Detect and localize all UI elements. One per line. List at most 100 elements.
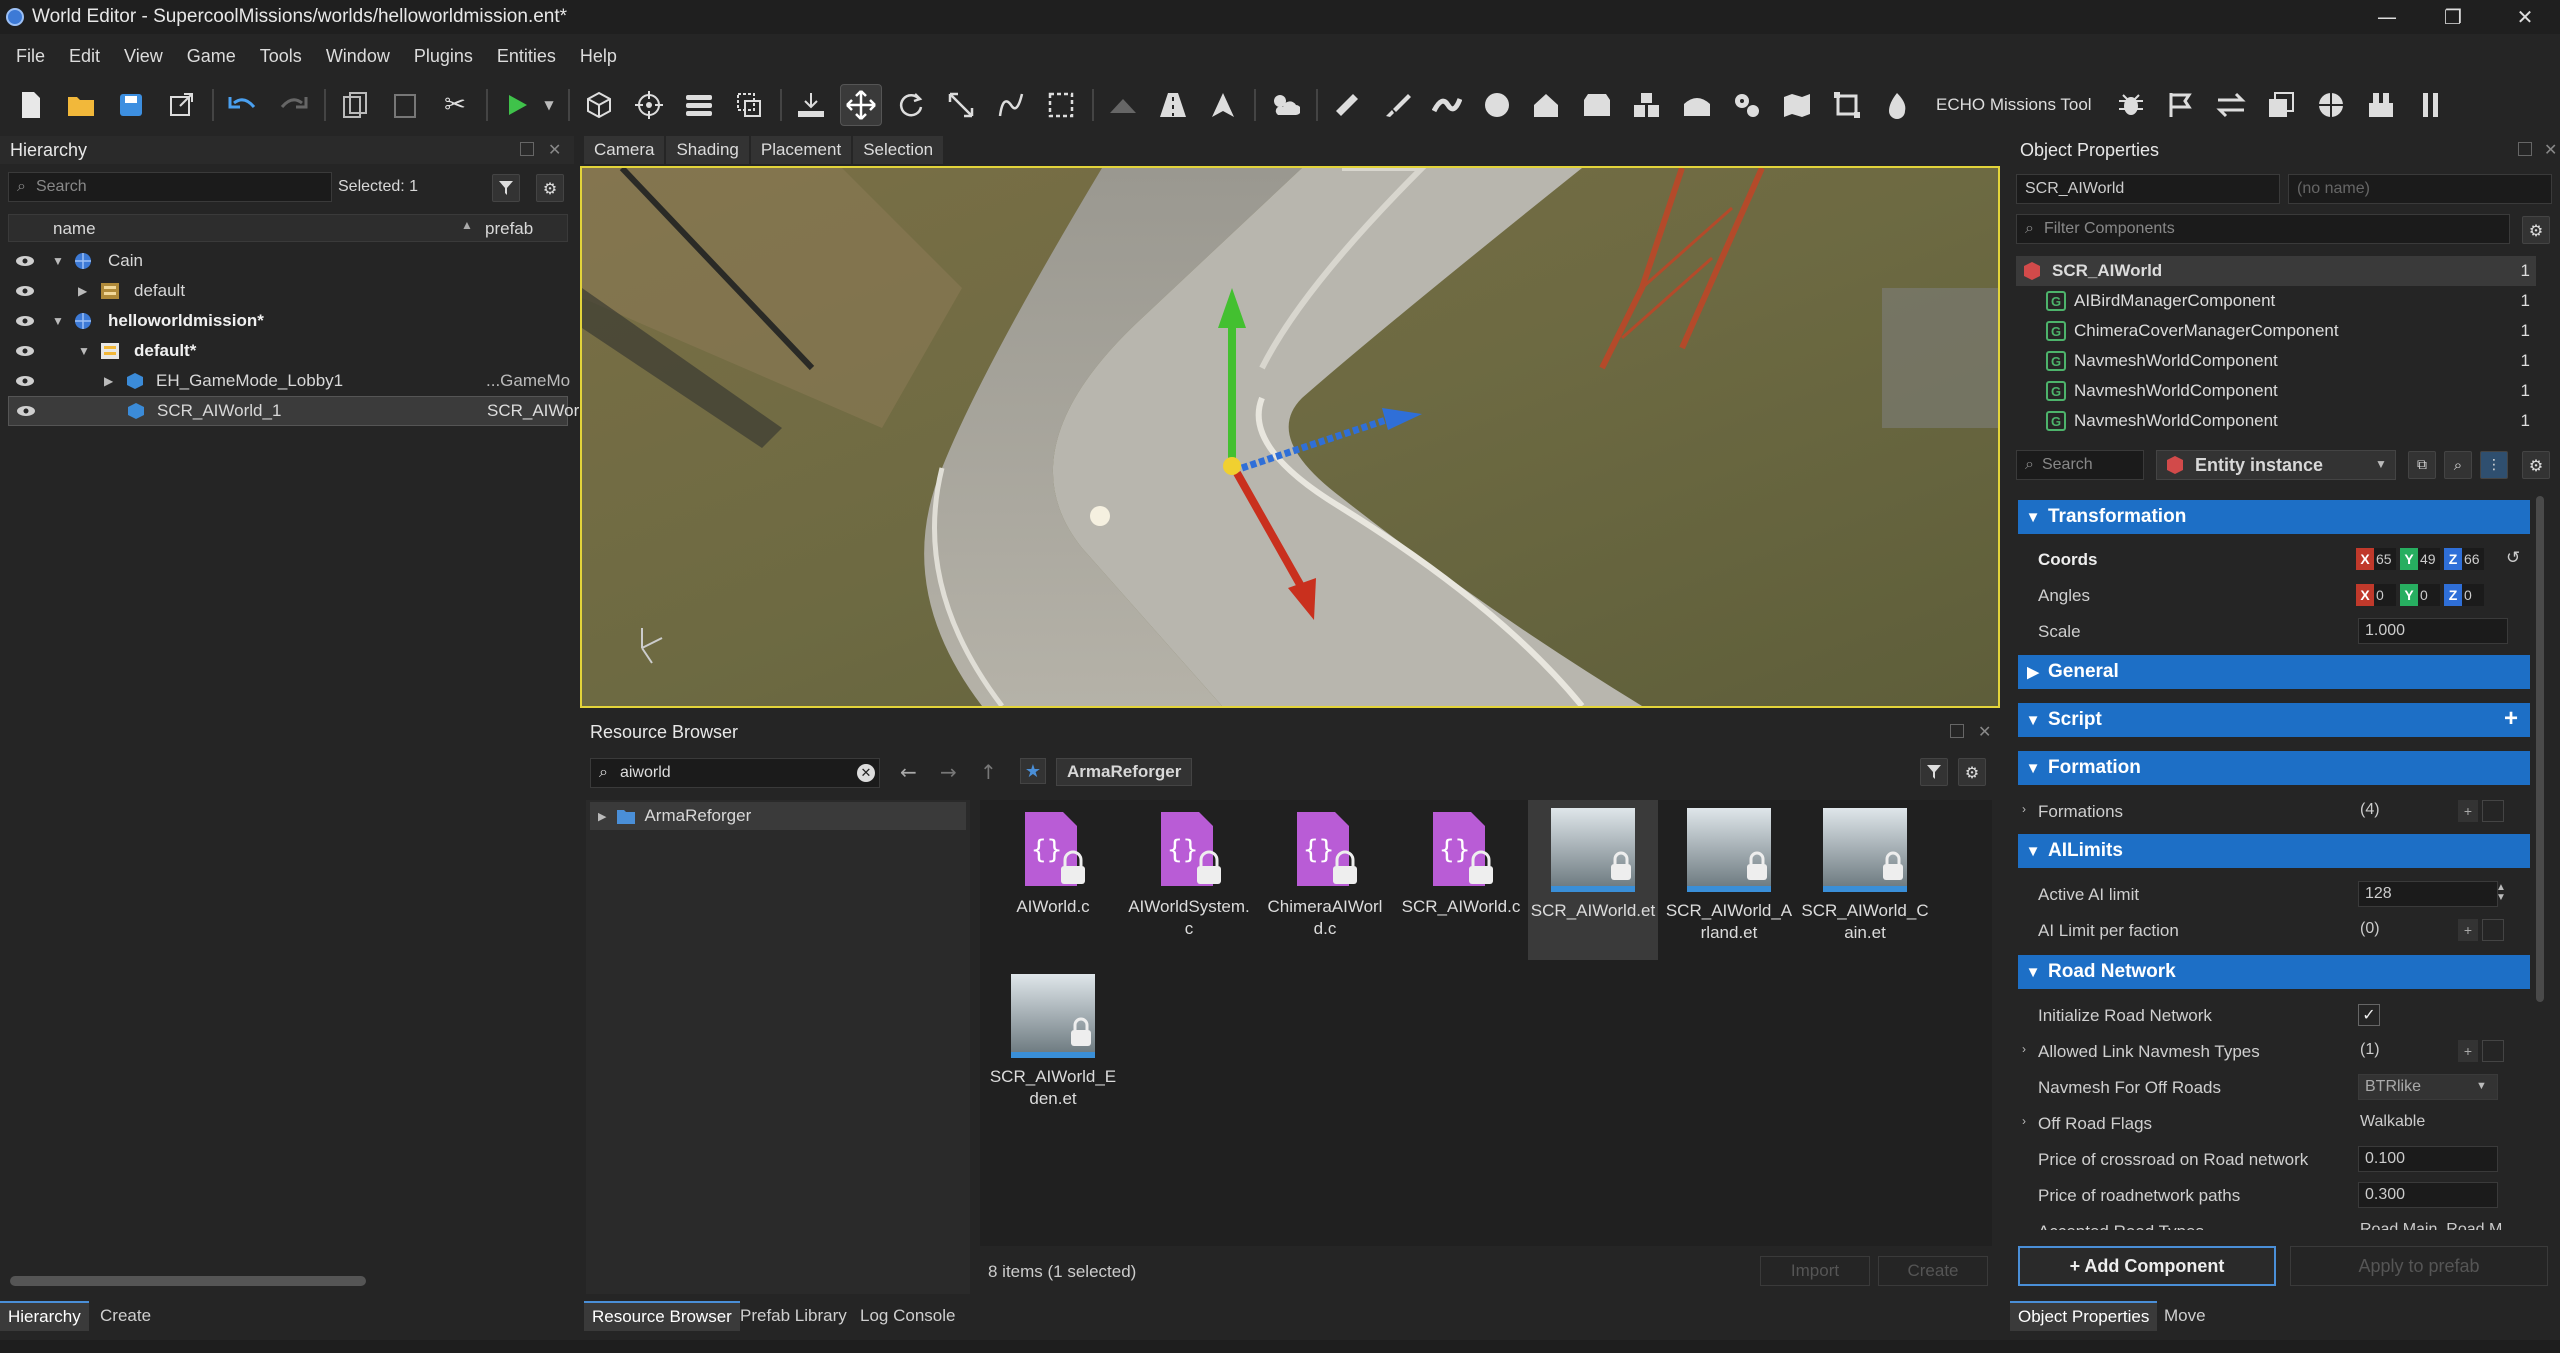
expand-arrow-icon[interactable]: › bbox=[2022, 802, 2026, 816]
col-prefab[interactable]: prefab bbox=[485, 219, 533, 239]
pause-button[interactable] bbox=[2410, 84, 2452, 126]
clear-item-button[interactable] bbox=[2482, 1040, 2504, 1062]
properties-scrollbar[interactable] bbox=[2536, 496, 2544, 1002]
settings-button[interactable]: ⚙ bbox=[1958, 758, 1986, 786]
sphere-button[interactable] bbox=[1476, 84, 1518, 126]
resource-item[interactable]: SCR_AIWorld_Cain.et bbox=[1800, 800, 1930, 960]
menu-window[interactable]: Window bbox=[326, 46, 390, 67]
coord-z-input[interactable]: 66 bbox=[2462, 548, 2484, 570]
clear-item-button[interactable] bbox=[2482, 800, 2504, 822]
house-pin-button[interactable] bbox=[1526, 84, 1568, 126]
filter-button[interactable] bbox=[1920, 758, 1948, 786]
tab-create[interactable]: Create bbox=[92, 1301, 159, 1331]
menu-edit[interactable]: Edit bbox=[69, 46, 100, 67]
close-icon[interactable]: ✕ bbox=[2544, 140, 2557, 159]
cut-button[interactable]: ✂ bbox=[434, 84, 476, 126]
crossroad-input[interactable]: 0.100 bbox=[2358, 1146, 2498, 1172]
compose-button[interactable] bbox=[2360, 84, 2402, 126]
angle-y-input[interactable]: 0 bbox=[2418, 584, 2440, 606]
tree-row-default[interactable]: ▶ default bbox=[8, 276, 568, 306]
menu-file[interactable]: File bbox=[16, 46, 45, 67]
expand-arrow-icon[interactable]: › bbox=[2022, 1114, 2026, 1128]
component-row[interactable]: G AIBirdManagerComponent 1 bbox=[2016, 286, 2536, 316]
component-row[interactable]: G ChimeraCoverManagerComponent 1 bbox=[2016, 316, 2536, 346]
tab-prefab-library[interactable]: Prefab Library bbox=[732, 1301, 855, 1331]
menu-help[interactable]: Help bbox=[580, 46, 617, 67]
weather-button[interactable] bbox=[1264, 84, 1306, 126]
tab-camera[interactable]: Camera bbox=[584, 136, 665, 164]
play-button[interactable] bbox=[496, 84, 538, 126]
component-row[interactable]: G NavmeshWorldComponent 1 bbox=[2016, 346, 2536, 376]
component-row[interactable]: G NavmeshWorldComponent 1 bbox=[2016, 406, 2536, 436]
brush-button[interactable] bbox=[1376, 84, 1418, 126]
resource-item[interactable]: {} AIWorld.c bbox=[988, 800, 1118, 960]
section-road-network[interactable]: ▼ Road Network bbox=[2018, 955, 2530, 989]
resource-item[interactable]: {} SCR_AIWorld.c bbox=[1396, 800, 1526, 960]
component-root[interactable]: SCR_AIWorld 1 bbox=[2016, 256, 2536, 286]
close-icon[interactable]: ✕ bbox=[1978, 722, 1991, 741]
redo-button[interactable] bbox=[272, 84, 314, 126]
tree-item-armareforger[interactable]: ▶ ArmaReforger bbox=[590, 802, 966, 830]
prefab-group-button[interactable] bbox=[1626, 84, 1668, 126]
menu-game[interactable]: Game bbox=[187, 46, 236, 67]
tab-selection[interactable]: Selection bbox=[853, 136, 944, 164]
layers-button[interactable] bbox=[678, 84, 720, 126]
section-script[interactable]: ▼ Script + bbox=[2018, 703, 2530, 737]
add-component-button[interactable]: + Add Component bbox=[2018, 1246, 2276, 1286]
menu-view[interactable]: View bbox=[124, 46, 163, 67]
new-file-button[interactable] bbox=[10, 84, 52, 126]
resource-item-selected[interactable]: SCR_AIWorld.et bbox=[1528, 800, 1658, 960]
menu-plugins[interactable]: Plugins bbox=[414, 46, 473, 67]
path-breadcrumb[interactable]: ArmaReforger bbox=[1056, 758, 1193, 786]
coord-x-input[interactable]: 65 bbox=[2374, 548, 2396, 570]
settings-button[interactable]: ⚙ bbox=[536, 174, 564, 202]
expand-arrow-icon[interactable]: ▼ bbox=[78, 344, 90, 358]
init-road-checkbox[interactable]: ✓ bbox=[2358, 1004, 2380, 1026]
component-row[interactable]: G NavmeshWorldComponent 1 bbox=[2016, 376, 2536, 406]
menu-entities[interactable]: Entities bbox=[497, 46, 556, 67]
tree-row-helloworldmission[interactable]: ▼ helloworldmission* bbox=[8, 306, 568, 336]
collapse-arrow-icon[interactable]: ▶ bbox=[78, 284, 87, 298]
road-tool-button[interactable] bbox=[1152, 84, 1194, 126]
snap-button[interactable] bbox=[728, 84, 770, 126]
section-general[interactable]: ▶ General bbox=[2018, 655, 2530, 689]
resource-item[interactable]: {} AIWorldSystem.c bbox=[1124, 800, 1254, 960]
tab-object-properties[interactable]: Object Properties bbox=[2010, 1301, 2158, 1331]
tree-row-default-active[interactable]: ▼ default* bbox=[8, 336, 568, 366]
copy-button[interactable] bbox=[334, 84, 376, 126]
angle-x-input[interactable]: 0 bbox=[2374, 584, 2396, 606]
filter-components-input[interactable]: ⌕ Filter Components bbox=[2016, 214, 2510, 244]
reset-icon[interactable]: ↺ bbox=[2506, 548, 2520, 568]
cube-tool-button[interactable] bbox=[578, 84, 620, 126]
terrain-button[interactable] bbox=[1102, 84, 1144, 126]
minimize-button[interactable]: — bbox=[2352, 0, 2422, 34]
select-box-button[interactable] bbox=[1040, 84, 1082, 126]
hierarchy-search-input[interactable]: ⌕ Search bbox=[8, 172, 332, 202]
roadnet-input[interactable]: 0.300 bbox=[2358, 1182, 2498, 1208]
rotate-tool-button[interactable] bbox=[890, 84, 932, 126]
frame-button[interactable] bbox=[1826, 84, 1868, 126]
import-button[interactable]: Import bbox=[1760, 1256, 1870, 1286]
col-name[interactable]: name bbox=[53, 219, 96, 239]
tab-placement[interactable]: Placement bbox=[750, 136, 852, 164]
tab-shading[interactable]: Shading bbox=[666, 136, 749, 164]
echo-missions-tool-button[interactable]: ECHO Missions Tool bbox=[1926, 89, 2102, 121]
tree-row-cain[interactable]: ▼ Cain bbox=[8, 246, 568, 276]
section-ailimits[interactable]: ▼ AILimits bbox=[2018, 834, 2530, 868]
expand-arrow-icon[interactable]: ▼ bbox=[52, 314, 64, 328]
clear-item-button[interactable] bbox=[2482, 919, 2504, 941]
copy-layers-button[interactable] bbox=[2260, 84, 2302, 126]
up-arrow-icon[interactable]: ↑ bbox=[980, 760, 997, 784]
section-transformation[interactable]: ▼ Transformation bbox=[2018, 500, 2530, 534]
tab-hierarchy[interactable]: Hierarchy bbox=[0, 1301, 89, 1331]
eye-icon[interactable] bbox=[14, 374, 36, 388]
eye-icon[interactable] bbox=[14, 344, 36, 358]
scale-input[interactable]: 1.000 bbox=[2358, 618, 2508, 644]
entity-mode-dropdown[interactable]: Entity instance ▼ bbox=[2156, 450, 2396, 480]
add-item-button[interactable]: + bbox=[2458, 919, 2478, 941]
filter-button[interactable] bbox=[492, 174, 520, 202]
restore-button[interactable]: ❐ bbox=[2418, 0, 2488, 34]
pin-icon[interactable] bbox=[520, 142, 534, 156]
bug-button[interactable] bbox=[2110, 84, 2152, 126]
expand-arrow-icon[interactable]: ▼ bbox=[52, 254, 64, 268]
